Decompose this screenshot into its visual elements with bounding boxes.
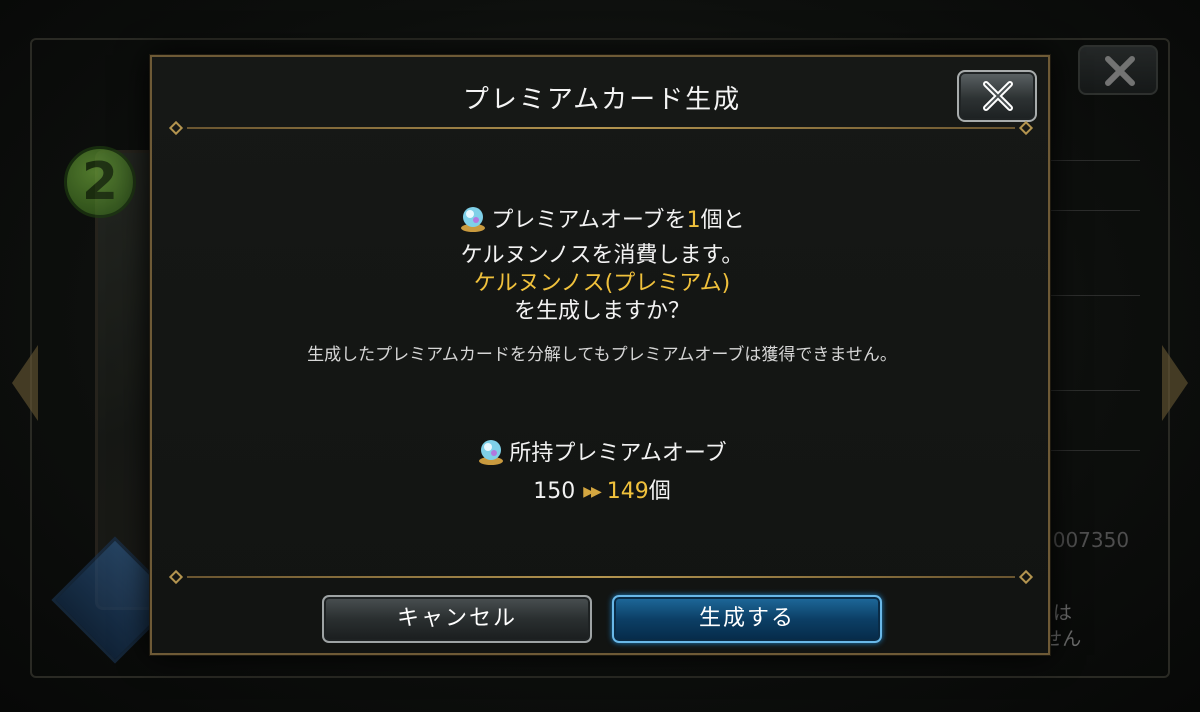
next-card-arrow-icon: [1162, 345, 1188, 421]
premium-card-name: ケルヌンノス(プレミアム): [473, 271, 731, 296]
premium-orb-icon: [479, 440, 504, 465]
orb-cost-count: 1: [686, 208, 701, 233]
cancel-button[interactable]: キャンセル: [322, 595, 592, 643]
owned-orbs-label-row: 所持プレミアムオーブ: [152, 435, 1052, 467]
background-card-cost: 2: [64, 146, 136, 218]
owned-orbs-change: 150 ▶▶ 149個: [152, 473, 1052, 505]
close-icon: [983, 81, 1013, 111]
create-button[interactable]: 生成する: [612, 595, 882, 643]
owned-orbs-label: 所持プレミアムオーブ: [509, 441, 727, 466]
background-close-button: [1078, 45, 1158, 95]
message-line-1: プレミアムオーブを1個と: [152, 205, 1052, 236]
close-icon: [1105, 56, 1135, 86]
disenchant-note: 生成したプレミアムカードを分解してもプレミアムオーブは獲得できません。: [307, 345, 897, 365]
previous-card-arrow-icon: [12, 345, 38, 421]
background-ether-value: 2007350: [1040, 528, 1130, 552]
title-divider: [167, 120, 1035, 136]
premium-card-create-dialog: プレミアムカード生成 プレミアムオーブを1個と ケルヌンノスを消費します。 ケル…: [150, 55, 1050, 655]
owned-orbs-unit: 個: [648, 479, 671, 504]
message-line-2: ケルヌンノスを消費します。: [460, 243, 744, 268]
dialog-title: プレミアムカード生成: [462, 85, 742, 115]
premium-orb-icon: [461, 207, 486, 232]
message-line-4: を生成しますか？: [513, 299, 690, 324]
owned-orbs-before: 150: [533, 479, 576, 504]
change-arrow-icon: ▶▶: [583, 484, 601, 500]
close-button[interactable]: [957, 70, 1037, 122]
owned-orbs-after: 149: [606, 479, 649, 504]
bottom-divider: [167, 569, 1035, 585]
